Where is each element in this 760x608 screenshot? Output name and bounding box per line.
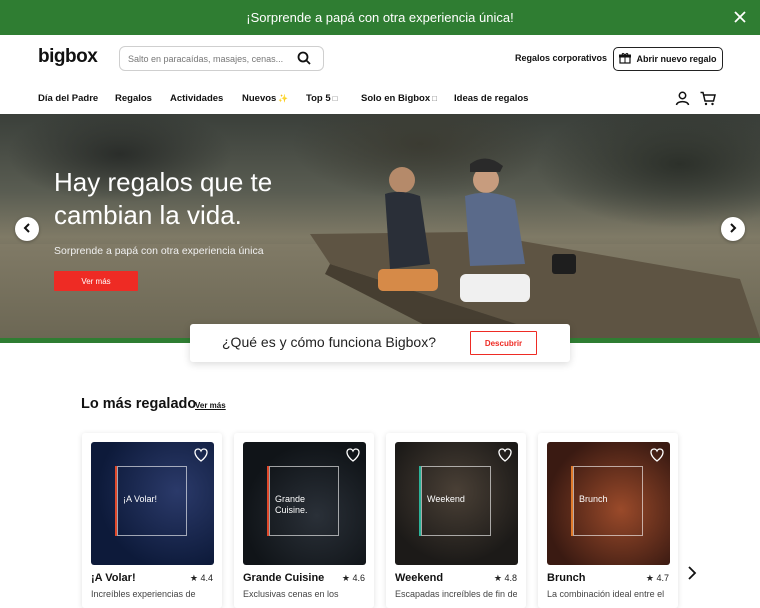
sparkle-icon: ✨ <box>278 94 289 103</box>
nav-label: Día del Padre <box>38 93 99 104</box>
nav-label: Top 5 <box>306 93 331 104</box>
nav-label: Solo en Bigbox <box>361 93 431 104</box>
section-title: Lo más regalado <box>81 396 197 412</box>
nav-label: Actividades <box>170 93 224 104</box>
product-image: Brunch <box>547 442 670 565</box>
promo-text: ¡Sorprende a papá con otra experiencia ú… <box>246 10 514 25</box>
see-more-link[interactable]: Ver más <box>195 401 226 410</box>
gift-icon <box>619 52 632 66</box>
badge-icon: □ <box>332 94 338 103</box>
product-title: Grande Cuisine <box>243 572 325 584</box>
product-rating: ★ 4.8 <box>494 573 517 584</box>
star-icon: ★ <box>645 573 654 583</box>
product-card[interactable]: Brunch Brunch ★ 4.7 La combinación ideal… <box>538 433 678 608</box>
product-image: Weekend <box>395 442 518 565</box>
nav-label: Nuevos <box>242 93 277 104</box>
hero-cta-button[interactable]: Ver más <box>54 271 138 291</box>
main-nav: Día del Padre Regalos Actividades Nuevos… <box>0 83 760 114</box>
product-description: La combinación ideal entre el <box>547 589 665 599</box>
nav-label: Ideas de regalos <box>454 93 529 104</box>
carousel-next-button[interactable] <box>721 217 745 241</box>
rating-value: 4.7 <box>656 573 669 583</box>
star-icon: ★ <box>189 573 198 583</box>
image-label: Weekend <box>427 494 465 504</box>
product-card[interactable]: Weekend Weekend ★ 4.8 Escapadas increíbl… <box>386 433 526 608</box>
heart-icon[interactable] <box>496 446 514 464</box>
product-description: Increíbles experiencias de <box>91 589 196 599</box>
product-rating: ★ 4.4 <box>190 573 213 584</box>
nav-item-actividades[interactable]: Actividades <box>170 93 223 104</box>
search-input[interactable] <box>128 53 288 64</box>
heart-icon[interactable] <box>648 446 666 464</box>
cards-next-button[interactable] <box>685 565 701 583</box>
product-image: ¡A Volar! <box>91 442 214 565</box>
product-description: Escapadas increíbles de fin de <box>395 589 517 599</box>
product-rating: ★ 4.6 <box>342 573 365 584</box>
corporate-gifts-link[interactable]: Regalos corporativos <box>515 53 607 63</box>
product-card[interactable]: Grande Cuisine. Grande Cuisine ★ 4.6 Exc… <box>234 433 374 608</box>
nav-label: Regalos <box>115 93 152 104</box>
image-label: Brunch <box>579 494 608 504</box>
rating-value: 4.8 <box>504 573 517 583</box>
carousel-prev-button[interactable] <box>15 217 39 241</box>
promo-bar: ¡Sorprende a papá con otra experiencia ú… <box>0 0 760 35</box>
chevron-right-icon <box>685 566 699 585</box>
cart-icon[interactable] <box>700 91 716 111</box>
open-gift-button[interactable]: Abrir nuevo regalo <box>613 47 723 71</box>
heart-icon[interactable] <box>192 446 210 464</box>
star-icon: ★ <box>493 573 502 583</box>
discover-button[interactable]: Descubrir <box>470 331 537 355</box>
close-icon[interactable] <box>730 7 750 27</box>
chevron-right-icon <box>728 220 738 238</box>
hero-subtitle: Sorprende a papá con otra experiencia ún… <box>54 245 264 257</box>
chevron-left-icon <box>22 220 32 238</box>
rating-value: 4.4 <box>200 573 213 583</box>
nav-item-dia-del-padre[interactable]: Día del Padre <box>38 93 98 104</box>
nav-item-ideas-de-regalos[interactable]: Ideas de regalos <box>454 93 528 104</box>
how-it-works-text: ¿Qué es y cómo funciona Bigbox? <box>222 334 437 350</box>
product-title: Brunch <box>547 572 586 584</box>
hero-banner: Hay regalos que te cambian la vida. Sorp… <box>0 114 760 338</box>
search-box[interactable] <box>119 46 324 71</box>
product-title: Weekend <box>395 572 444 584</box>
product-card[interactable]: ¡A Volar! ¡A Volar! ★ 4.4 Increíbles exp… <box>82 433 222 608</box>
product-image: Grande Cuisine. <box>243 442 366 565</box>
star-icon: ★ <box>341 573 350 583</box>
nav-item-nuevos[interactable]: Nuevos ✨ <box>242 93 288 104</box>
heart-icon[interactable] <box>344 446 362 464</box>
open-gift-label: Abrir nuevo regalo <box>636 54 717 64</box>
hero-title: Hay regalos que te cambian la vida. <box>54 167 273 230</box>
nav-item-solo-en-bigbox[interactable]: Solo en Bigbox □ <box>361 93 437 104</box>
product-title: ¡A Volar! <box>91 572 136 584</box>
image-label: ¡A Volar! <box>123 494 158 504</box>
nav-item-top-5[interactable]: Top 5 □ <box>306 93 337 104</box>
rating-value: 4.6 <box>352 573 365 583</box>
image-label: Grande Cuisine. <box>275 494 308 515</box>
product-rating: ★ 4.7 <box>646 573 669 584</box>
badge-icon: □ <box>432 94 437 103</box>
user-icon[interactable] <box>675 91 690 111</box>
nav-icons <box>675 91 716 111</box>
nav-item-regalos[interactable]: Regalos <box>115 93 152 104</box>
product-description: Exclusivas cenas en los <box>243 589 339 599</box>
search-icon[interactable] <box>297 51 313 67</box>
logo[interactable]: bigbox <box>38 46 98 68</box>
header: bigbox Regalos corporativos Abrir nuevo … <box>0 35 760 83</box>
how-it-works-card: ¿Qué es y cómo funciona Bigbox? Descubri… <box>190 324 570 362</box>
